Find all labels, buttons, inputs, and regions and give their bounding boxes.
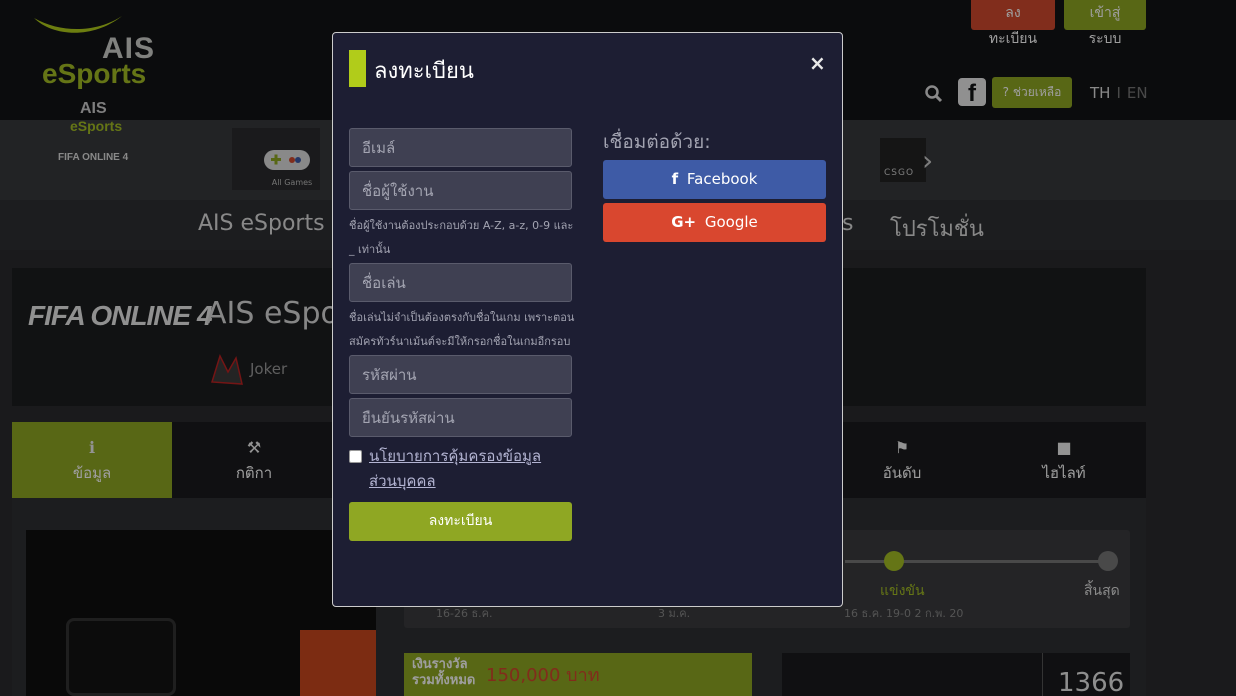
google-login-button[interactable]: G+ Google	[603, 203, 826, 242]
facebook-icon: f	[671, 170, 679, 188]
policy-checkbox[interactable]	[349, 450, 362, 463]
confirm-password-field[interactable]	[349, 398, 572, 437]
google-plus-icon: G+	[671, 213, 697, 231]
close-icon[interactable]: ×	[809, 51, 826, 75]
email-field[interactable]	[349, 128, 572, 167]
register-submit-button[interactable]: ลงทะเบียน	[349, 502, 572, 541]
modal-title: ลงทะเบียน	[374, 59, 474, 84]
username-field[interactable]	[349, 171, 572, 210]
google-label: Google	[704, 213, 758, 231]
nickname-hint: ชื่อเล่นไม่จำเป็นต้องตรงกับชื่อในเกม เพร…	[349, 311, 575, 348]
facebook-label: Facebook	[686, 170, 758, 188]
nickname-field[interactable]	[349, 263, 572, 302]
password-field[interactable]	[349, 355, 572, 394]
username-hint: ชื่อผู้ใช้งานต้องประกอบด้วย A-Z, a-z, 0-…	[349, 219, 574, 256]
privacy-policy-link[interactable]: นโยบายการคุ้มครองข้อมูลส่วนบุคคล	[369, 444, 559, 494]
register-modal: ลงทะเบียน × ชื่อผู้ใช้งานต้องประกอบด้วย …	[332, 32, 843, 607]
facebook-login-button[interactable]: f Facebook	[603, 160, 826, 199]
modal-title-accent	[349, 50, 366, 87]
connect-with-label: เชื่อมต่อด้วย:	[603, 131, 711, 153]
